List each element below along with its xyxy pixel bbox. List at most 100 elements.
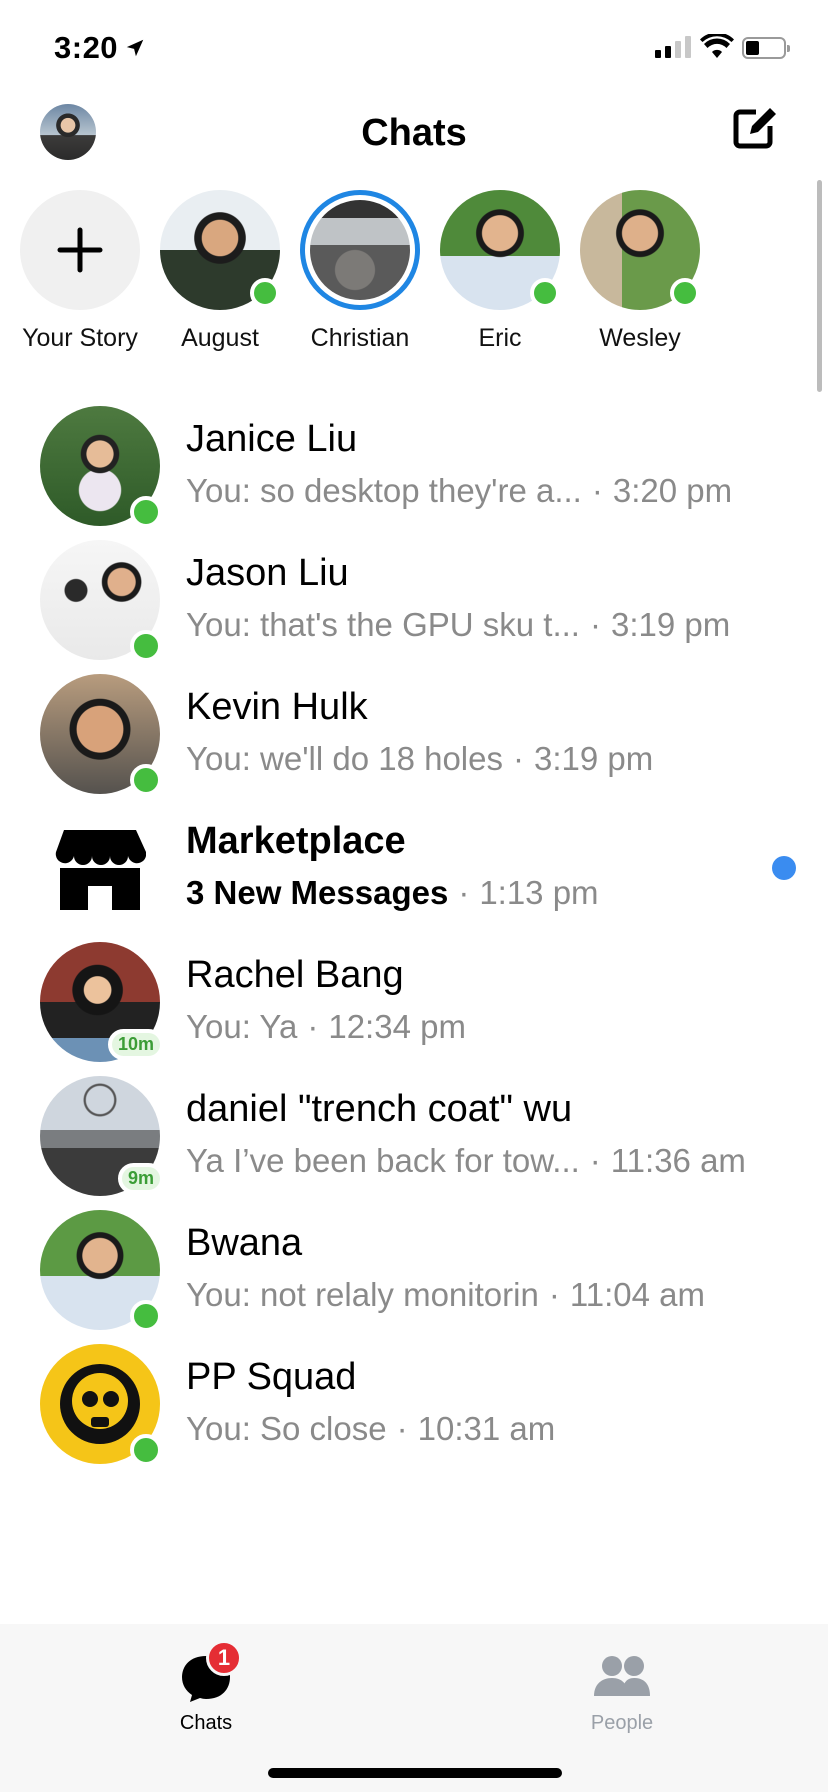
skull-icon xyxy=(60,1364,140,1444)
status-time-text: 3:20 xyxy=(54,30,119,65)
chat-row-pp-squad[interactable]: PP Squad You: So close · 10:31 am xyxy=(0,1338,828,1492)
chat-name: Marketplace xyxy=(186,820,406,862)
story-your-story[interactable]: Your Story xyxy=(10,190,150,353)
status-bar: 3:20 xyxy=(0,0,828,100)
snippet-text: You: we'll do 18 holes xyxy=(186,740,503,777)
chat-time: 3:19 pm xyxy=(610,606,731,643)
active-time-badge: 9m xyxy=(117,1163,164,1194)
story-august[interactable]: August xyxy=(150,190,290,353)
avatar xyxy=(440,190,560,310)
avatar xyxy=(160,190,280,310)
chat-bubble-icon: 1 xyxy=(176,1640,242,1704)
chat-name: Kevin Hulk xyxy=(186,686,368,728)
chat-time: 11:04 am xyxy=(569,1276,705,1313)
battery-icon xyxy=(742,37,790,59)
scrollbar[interactable] xyxy=(817,180,822,392)
separator: · xyxy=(589,606,601,643)
active-time-badge: 10m xyxy=(107,1029,164,1060)
chat-row-daniel-wu[interactable]: 9m daniel "trench coat" wu Ya I’ve been … xyxy=(0,1070,828,1224)
snippet-text: You: So close xyxy=(186,1410,387,1447)
chat-row-janice-liu[interactable]: Janice Liu You: so desktop they're a... … xyxy=(0,400,828,554)
marketplace-store-icon xyxy=(55,830,146,910)
chat-time: 12:34 pm xyxy=(328,1008,466,1045)
separator: · xyxy=(589,1142,601,1179)
online-indicator xyxy=(130,764,162,796)
compose-icon[interactable] xyxy=(730,104,778,152)
avatar: 10m xyxy=(40,942,164,1062)
chat-row-rachel-bang[interactable]: 10m Rachel Bang You: Ya · 12:34 pm xyxy=(0,936,828,1090)
online-indicator xyxy=(130,630,162,662)
chat-snippet: You: So close · 10:31 am xyxy=(186,1410,555,1448)
separator: · xyxy=(512,740,524,777)
online-indicator xyxy=(250,278,280,308)
chat-row-marketplace[interactable]: Marketplace 3 New Messages · 1:13 pm xyxy=(0,802,828,956)
page-title: Chats xyxy=(361,112,467,154)
snippet-text: Ya I’ve been back for tow... xyxy=(186,1142,580,1179)
online-indicator xyxy=(130,1300,162,1332)
chat-snippet: You: that's the GPU sku t... · 3:19 pm xyxy=(186,606,730,644)
avatar: 9m xyxy=(40,1076,164,1196)
snippet-text: You: not relaly monitorin xyxy=(186,1276,539,1313)
separator: · xyxy=(307,1008,319,1045)
unread-indicator xyxy=(772,856,796,880)
avatar xyxy=(40,674,162,796)
tab-label: Chats xyxy=(179,1712,233,1734)
chat-snippet: You: we'll do 18 holes · 3:19 pm xyxy=(186,740,653,778)
chat-row-bwana[interactable]: Bwana You: not relaly monitorin · 11:04 … xyxy=(0,1204,828,1358)
story-wesley[interactable]: Wesley xyxy=(570,190,710,353)
story-name: Wesley xyxy=(599,324,681,352)
separator: · xyxy=(396,1410,408,1447)
story-name: Eric xyxy=(478,324,522,352)
avatar xyxy=(40,540,162,662)
location-arrow-icon xyxy=(126,39,144,57)
chat-time: 11:36 am xyxy=(610,1142,746,1179)
chat-time: 3:19 pm xyxy=(533,740,654,777)
status-time: 3:20 xyxy=(54,30,146,66)
home-indicator[interactable] xyxy=(268,1768,562,1778)
avatar xyxy=(40,1344,162,1466)
chat-row-kevin-hulk[interactable]: Kevin Hulk You: we'll do 18 holes · 3:19… xyxy=(0,668,828,822)
separator: · xyxy=(458,874,470,911)
story-name: Christian xyxy=(310,324,410,352)
chat-snippet: You: Ya · 12:34 pm xyxy=(186,1008,466,1046)
wifi-icon xyxy=(700,34,734,58)
online-indicator xyxy=(130,1434,162,1466)
snippet-text: You: so desktop they're a... xyxy=(186,472,582,509)
chat-snippet: You: so desktop they're a... · 3:20 pm xyxy=(186,472,732,510)
story-eric[interactable]: Eric xyxy=(430,190,570,353)
story-ring-avatar xyxy=(300,190,420,310)
avatar xyxy=(40,1210,162,1332)
story-name: August xyxy=(181,324,259,352)
stories-row: Your Story August Christian Eric Wesley xyxy=(0,190,828,360)
avatar xyxy=(580,190,700,310)
unread-count-badge: 1 xyxy=(206,1640,242,1676)
chat-name: PP Squad xyxy=(186,1356,357,1398)
story-name: Your Story xyxy=(22,324,138,352)
separator: · xyxy=(548,1276,560,1313)
online-indicator xyxy=(670,278,700,308)
chat-name: daniel "trench coat" wu xyxy=(186,1088,573,1130)
online-indicator xyxy=(130,496,162,528)
snippet-text: 3 New Messages xyxy=(186,874,449,911)
people-icon xyxy=(592,1652,652,1704)
plus-icon xyxy=(57,227,103,273)
chat-time: 1:13 pm xyxy=(479,874,599,911)
chat-time: 10:31 am xyxy=(417,1410,556,1447)
chat-name: Bwana xyxy=(186,1222,303,1264)
tab-bar: 1 Chats People xyxy=(0,1624,828,1792)
chat-time: 3:20 pm xyxy=(612,472,733,509)
chat-name: Janice Liu xyxy=(186,418,358,460)
avatar xyxy=(40,406,162,528)
chat-snippet: Ya I’ve been back for tow... · 11:36 am xyxy=(186,1142,746,1180)
story-christian[interactable]: Christian xyxy=(290,190,430,353)
chat-snippet: You: not relaly monitorin · 11:04 am xyxy=(186,1276,705,1314)
chat-snippet: 3 New Messages · 1:13 pm xyxy=(186,874,599,912)
add-story-button[interactable] xyxy=(20,190,140,310)
tab-people[interactable]: People xyxy=(542,1652,702,1735)
snippet-text: You: that's the GPU sku t... xyxy=(186,606,580,643)
chat-name: Jason Liu xyxy=(186,552,349,594)
chat-row-jason-liu[interactable]: Jason Liu You: that's the GPU sku t... ·… xyxy=(0,534,828,688)
chat-name: Rachel Bang xyxy=(186,954,404,996)
tab-chats[interactable]: 1 Chats xyxy=(126,1640,286,1735)
separator: · xyxy=(591,472,603,509)
